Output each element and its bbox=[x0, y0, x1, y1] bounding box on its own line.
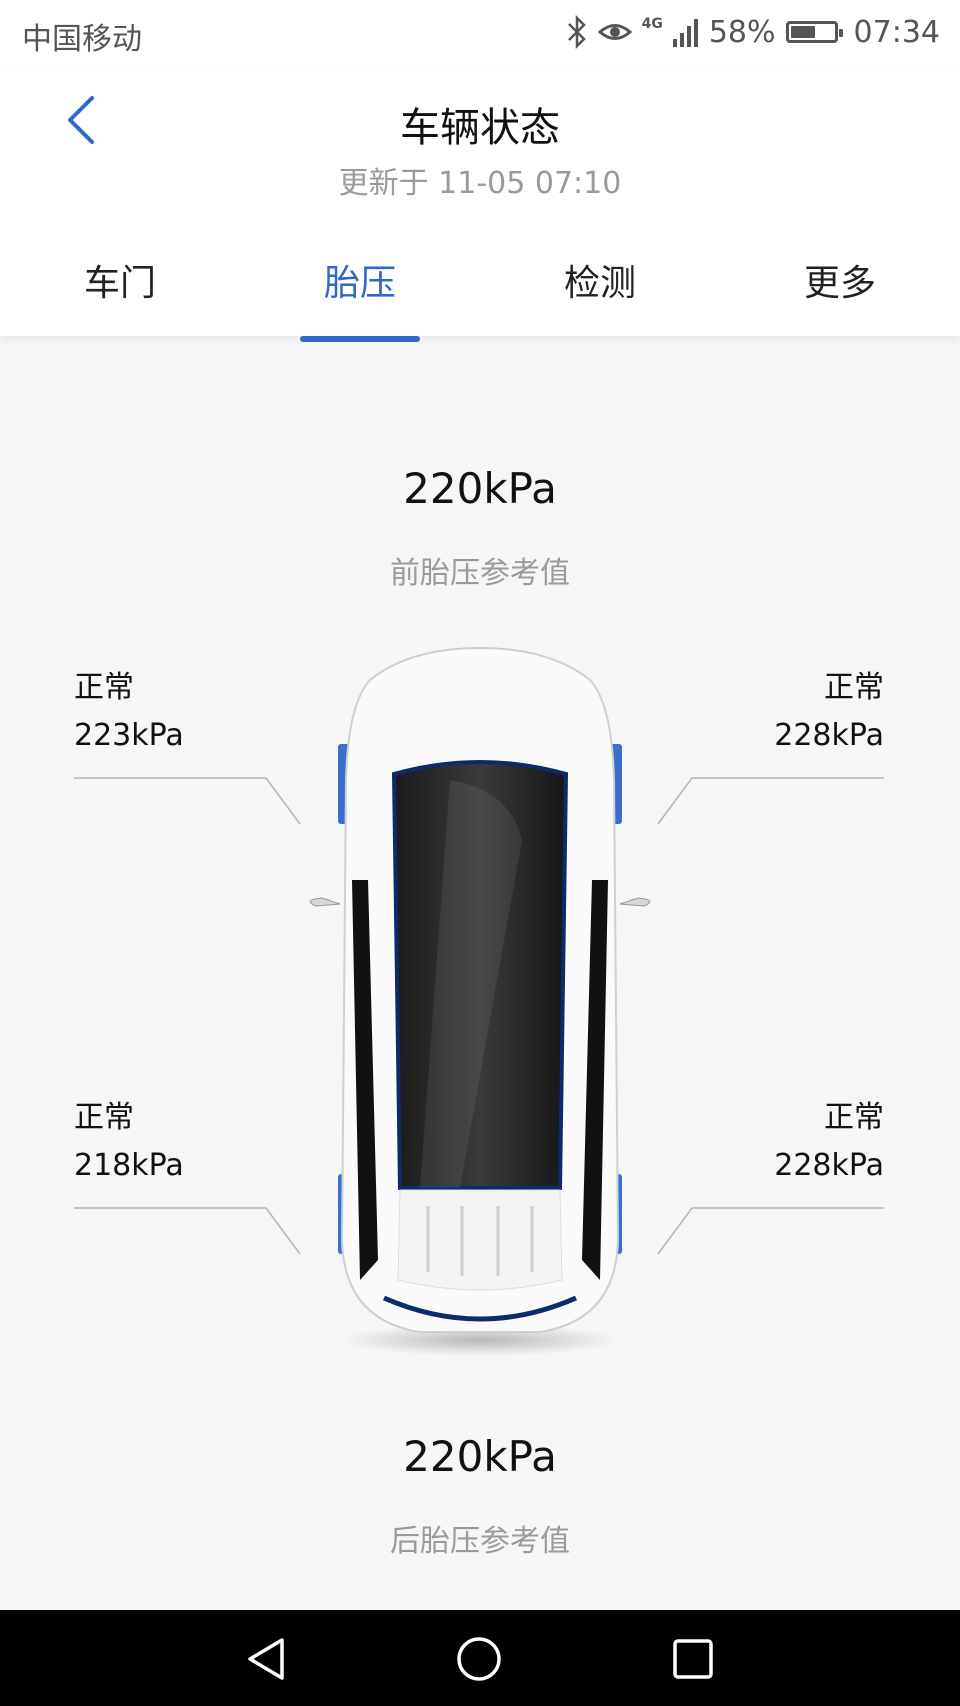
rear-reference-label: 后胎压参考值 bbox=[390, 1524, 570, 1559]
nav-back-icon[interactable] bbox=[244, 1636, 288, 1682]
rear-left-leader bbox=[74, 1207, 301, 1255]
car-top-view bbox=[309, 646, 651, 1356]
nav-home-icon[interactable] bbox=[456, 1636, 502, 1682]
nav-recent-icon[interactable] bbox=[672, 1638, 714, 1680]
front-right-leader bbox=[657, 777, 884, 825]
front-left-leader bbox=[74, 777, 301, 825]
rear-reference-value: 220kPa bbox=[403, 1432, 557, 1481]
navigation-bar bbox=[0, 1610, 960, 1706]
rear-right-leader bbox=[657, 1207, 884, 1255]
